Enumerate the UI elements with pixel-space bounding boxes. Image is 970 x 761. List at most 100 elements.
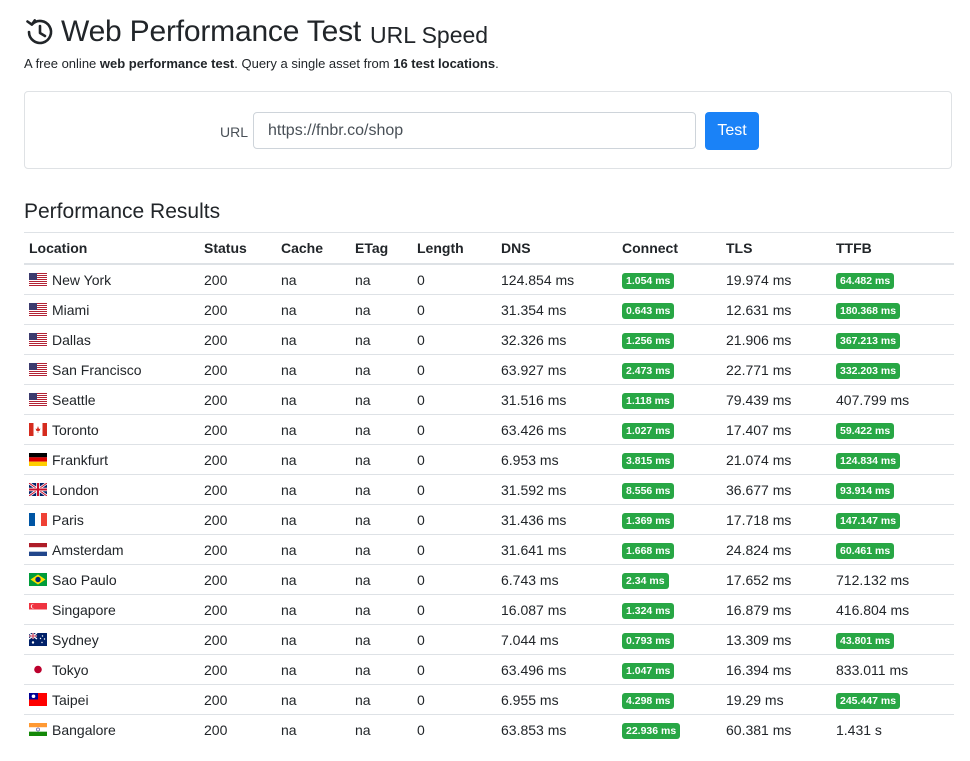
dns-cell: 31.516 ms	[496, 384, 617, 415]
status-cell: 200	[199, 384, 276, 415]
length-value: 0	[417, 631, 425, 648]
ttfb-cell: 180.368 ms	[831, 294, 954, 325]
etag-cell: na	[350, 654, 412, 685]
status-cell: 200	[199, 354, 276, 385]
dns-cell: 7.044 ms	[496, 624, 617, 655]
connect-badge: 1.118 ms	[622, 392, 674, 409]
results-title: Performance Results	[24, 200, 221, 223]
status-value: 200	[204, 451, 228, 468]
table-header-row: Location Status Cache ETag Length DNS Co…	[24, 232, 954, 265]
location-name: New York	[52, 271, 112, 288]
etag-cell: na	[350, 354, 412, 385]
url-input[interactable]	[253, 112, 696, 149]
tls-cell: 16.879 ms	[721, 594, 831, 625]
status-value: 200	[204, 631, 228, 648]
location-name: Amsterdam	[52, 541, 124, 558]
dns-cell: 16.087 ms	[496, 594, 617, 625]
table-row: Taipei 200 na na 0 6.955 ms 4.298 ms 19.29 ms 24…	[24, 684, 954, 715]
column-header: ETag	[350, 232, 412, 265]
dns-value: 31.354 ms	[501, 301, 567, 318]
ttfb-value: 833.011 ms	[836, 661, 909, 678]
ttfb-cell: 60.461 ms	[831, 534, 954, 565]
connect-badge: 1.027 ms	[622, 422, 675, 439]
length-value: 0	[417, 721, 425, 738]
etag-cell: na	[350, 264, 412, 295]
location-name: Seattle	[52, 391, 96, 408]
flag-icon-gb	[29, 483, 52, 496]
ttfb-badge: 180.368 ms	[836, 302, 901, 319]
tls-cell: 60.381 ms	[721, 714, 831, 744]
status-value: 200	[204, 271, 228, 288]
connect-cell: 0.793 ms	[617, 624, 721, 655]
table-row: Paris 200 na na 0 31.436 ms 1.369 ms 17.718 ms 1…	[24, 504, 954, 535]
ttfb-badge: 93.914 ms	[836, 482, 895, 499]
length-value: 0	[417, 421, 425, 438]
ttfb-badge: 147.147 ms	[836, 512, 901, 529]
flag-icon-sg	[29, 603, 52, 616]
tls-cell: 19.974 ms	[721, 264, 831, 295]
connect-cell: 1.324 ms	[617, 594, 721, 625]
connect-cell: 1.047 ms	[617, 654, 721, 685]
cache-cell: na	[276, 264, 350, 295]
etag-cell: na	[350, 534, 412, 565]
table-row: Sao Paulo 200 na na 0 6.743 ms 2.34 ms 17.652 m…	[24, 564, 954, 595]
connect-cell: 1.054 ms	[617, 264, 721, 295]
history-icon	[26, 19, 53, 45]
cache-value: na	[281, 601, 297, 618]
tls-cell: 21.906 ms	[721, 324, 831, 355]
tls-value: 36.677 ms	[726, 481, 792, 498]
status-value: 200	[204, 301, 228, 318]
dns-value: 31.436 ms	[501, 511, 567, 528]
tagline: A free online web performance test. Quer…	[24, 56, 499, 71]
ttfb-cell: 93.914 ms	[831, 474, 954, 505]
column-header: Length	[412, 232, 496, 265]
cache-value: na	[281, 541, 297, 558]
location-cell: Frankfurt	[24, 444, 199, 475]
etag-value: na	[355, 631, 371, 648]
length-value: 0	[417, 451, 425, 468]
ttfb-badge: 59.422 ms	[836, 422, 895, 439]
status-value: 200	[204, 541, 228, 558]
tagline-text: A free online	[24, 56, 100, 71]
length-value: 0	[417, 331, 425, 348]
ttfb-cell: 332.203 ms	[831, 354, 954, 385]
etag-cell: na	[350, 384, 412, 415]
connect-badge: 3.815 ms	[622, 452, 675, 469]
cache-cell: na	[276, 534, 350, 565]
dns-value: 63.426 ms	[501, 421, 567, 438]
column-header: Location	[24, 232, 199, 265]
length-value: 0	[417, 691, 425, 708]
tls-cell: 19.29 ms	[721, 684, 831, 715]
length-cell: 0	[412, 654, 496, 685]
table-row: Singapore 200 na na 0 16.087 ms 1.324 ms 16.879…	[24, 594, 954, 625]
connect-badge: 2.473 ms	[622, 362, 675, 379]
cache-cell: na	[276, 594, 350, 625]
cache-value: na	[281, 421, 297, 438]
title-row: Web Performance Test URL Speed	[22, 12, 499, 52]
tls-cell: 17.407 ms	[721, 414, 831, 445]
location-cell: Sydney	[24, 624, 199, 655]
flag-icon-in	[29, 723, 52, 736]
ttfb-cell: 147.147 ms	[831, 504, 954, 535]
tls-value: 19.974 ms	[726, 271, 792, 288]
status-cell: 200	[199, 714, 276, 744]
etag-value: na	[355, 571, 371, 588]
cache-cell: na	[276, 504, 350, 535]
table-row: Bangalore 200 na na 0 63.853 ms 22.936 ms 60.38…	[24, 714, 954, 744]
length-value: 0	[417, 391, 425, 408]
connect-badge: 1.324 ms	[622, 602, 675, 619]
etag-value: na	[355, 361, 371, 378]
etag-cell: na	[350, 294, 412, 325]
flag-icon-us	[29, 303, 52, 316]
cache-cell: na	[276, 324, 350, 355]
test-button[interactable]: Test	[705, 112, 759, 150]
etag-cell: na	[350, 624, 412, 655]
length-value: 0	[417, 571, 425, 588]
tls-value: 12.631 ms	[726, 301, 792, 318]
ttfb-badge: 245.447 ms	[836, 692, 901, 709]
ttfb-cell: 43.801 ms	[831, 624, 954, 655]
status-value: 200	[204, 511, 228, 528]
status-value: 200	[204, 421, 228, 438]
length-cell: 0	[412, 444, 496, 475]
dns-value: 124.854 ms	[501, 271, 575, 288]
